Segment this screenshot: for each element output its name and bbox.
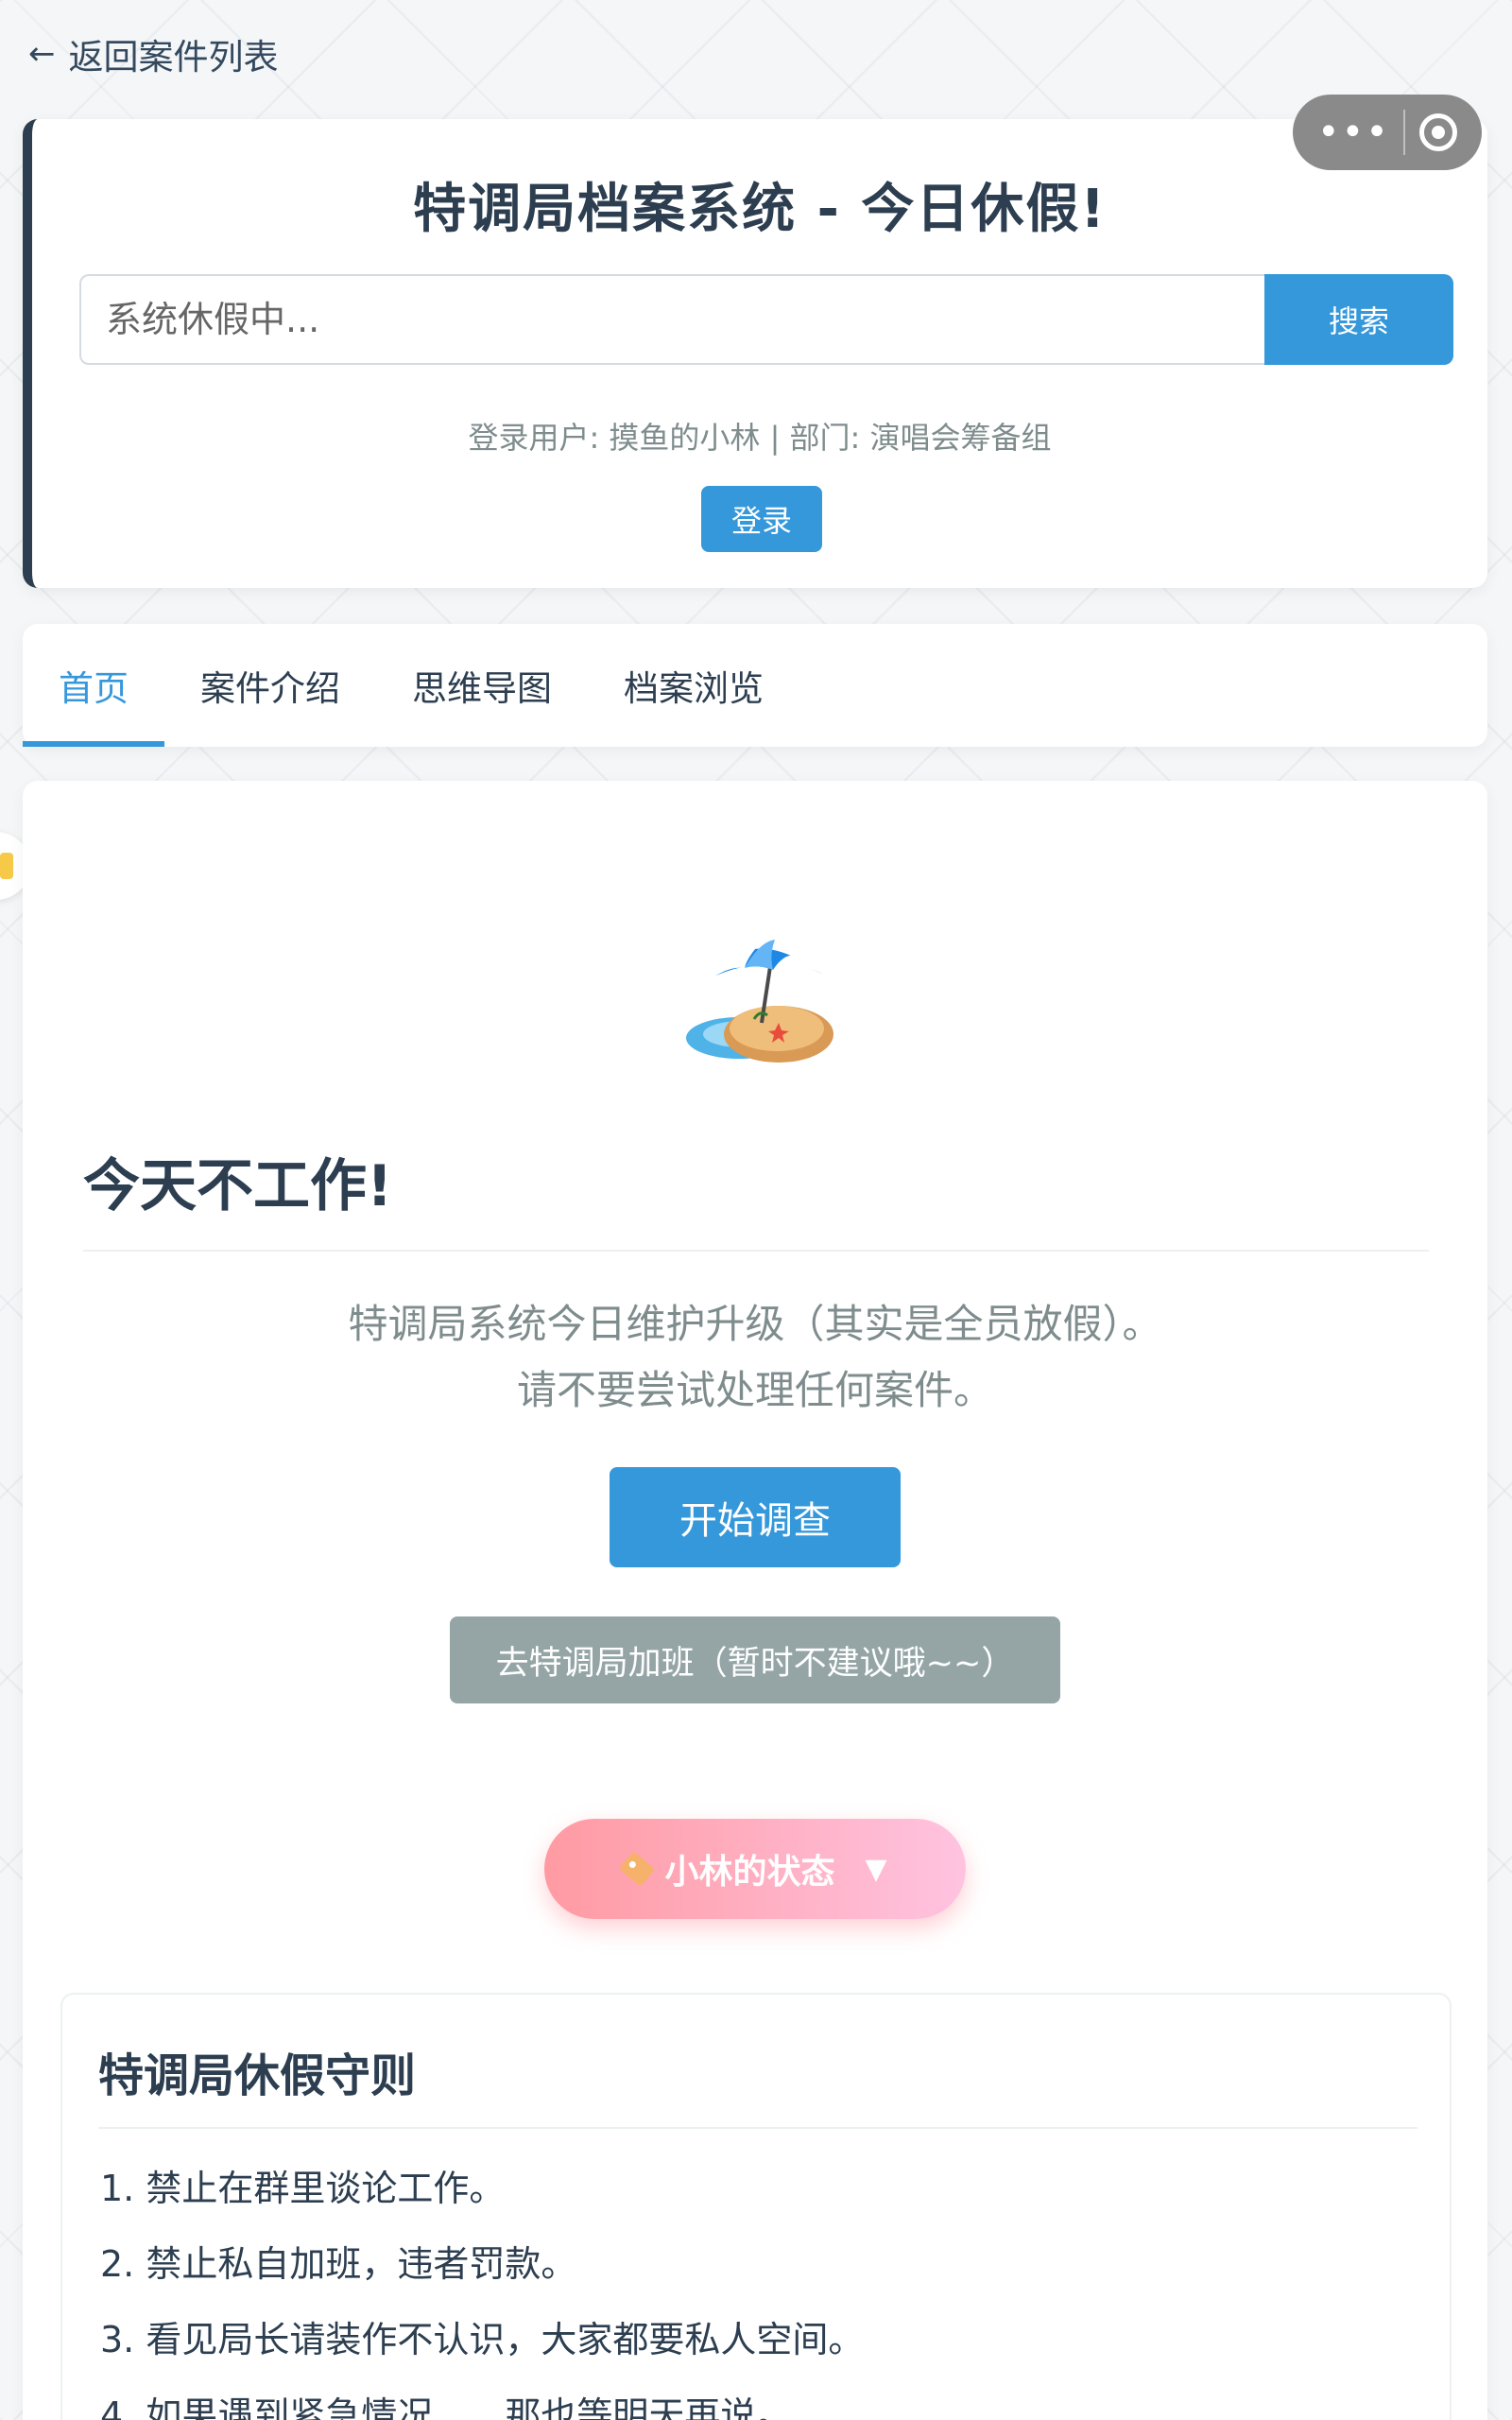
main-content-card: 今天不工作! 特调局系统今日维护升级（其实是全员放假）。 请不要尝试处理任何案件… [23, 781, 1487, 2420]
tab-home[interactable]: 首页 [23, 624, 164, 747]
status-toggle-button[interactable]: 小林的状态 ▼ [544, 1819, 966, 1919]
main-heading: 今天不工作! [83, 1153, 393, 1219]
user-info: 登录用户: 摸鱼的小林 | 部门: 演唱会筹备组 [468, 420, 1052, 456]
target-icon[interactable] [1419, 113, 1457, 151]
beach-umbrella-icon [686, 940, 833, 1063]
rule-item: 4. 如果遇到紧急情况……那也等明天再说。 [100, 2394, 793, 2420]
rule-item: 2. 禁止私自加班，违者罚款。 [100, 2243, 577, 2285]
overtime-button[interactable]: 去特调局加班（暂时不建议哦~~） [450, 1616, 1060, 1703]
notice-line-2: 请不要尝试处理任何案件。 [516, 1367, 993, 1413]
rules-divider [98, 2127, 1418, 2129]
arrow-left-icon: ← [28, 35, 56, 73]
caret-down-icon: ▼ [865, 1852, 887, 1886]
more-dots-icon[interactable]: ••• [1317, 113, 1390, 151]
back-link-label: 返回案件列表 [68, 37, 279, 78]
rules-title: 特调局休假守则 [98, 2049, 417, 2102]
search-button[interactable]: 搜索 [1264, 274, 1453, 365]
mini-program-capsule: ••• [1293, 95, 1482, 170]
search-input[interactable] [79, 274, 1274, 365]
login-button[interactable]: 登录 [701, 486, 822, 552]
heading-divider [83, 1250, 1429, 1252]
capsule-divider [1403, 110, 1406, 155]
status-button-label: 小林的状态 [664, 1853, 835, 1892]
tab-case-intro[interactable]: 案件介绍 [164, 624, 376, 747]
header-card: 特调局档案系统 - 今日休假! 搜索 登录用户: 摸鱼的小林 | 部门: 演唱会… [23, 119, 1487, 588]
rule-item: 3. 看见局长请装作不认识，大家都要私人空间。 [100, 2319, 865, 2360]
notice-line-1: 特调局系统今日维护升级（其实是全员放假）。 [348, 1301, 1162, 1347]
rule-item: 1. 禁止在群里谈论工作。 [100, 2168, 506, 2209]
tab-bar: 首页 案件介绍 思维导图 档案浏览 [23, 624, 1487, 747]
rules-list: 1. 禁止在群里谈论工作。 2. 禁止私自加班，违者罚款。 3. 看见局长请装作… [100, 2157, 864, 2420]
back-to-case-list-link[interactable]: ← 返回案件列表 [28, 28, 279, 79]
start-investigation-button[interactable]: 开始调查 [610, 1467, 901, 1567]
maintenance-notice: 特调局系统今日维护升级（其实是全员放假）。 请不要尝试处理任何案件。 [23, 1291, 1487, 1424]
page-title: 特调局档案系统 - 今日休假! [413, 179, 1107, 240]
vacation-rules-card: 特调局休假守则 1. 禁止在群里谈论工作。 2. 禁止私自加班，违者罚款。 3.… [60, 1993, 1452, 2420]
tab-mind-map[interactable]: 思维导图 [376, 624, 588, 747]
tag-icon [619, 1851, 656, 1887]
tab-archive-browse[interactable]: 档案浏览 [588, 624, 799, 747]
